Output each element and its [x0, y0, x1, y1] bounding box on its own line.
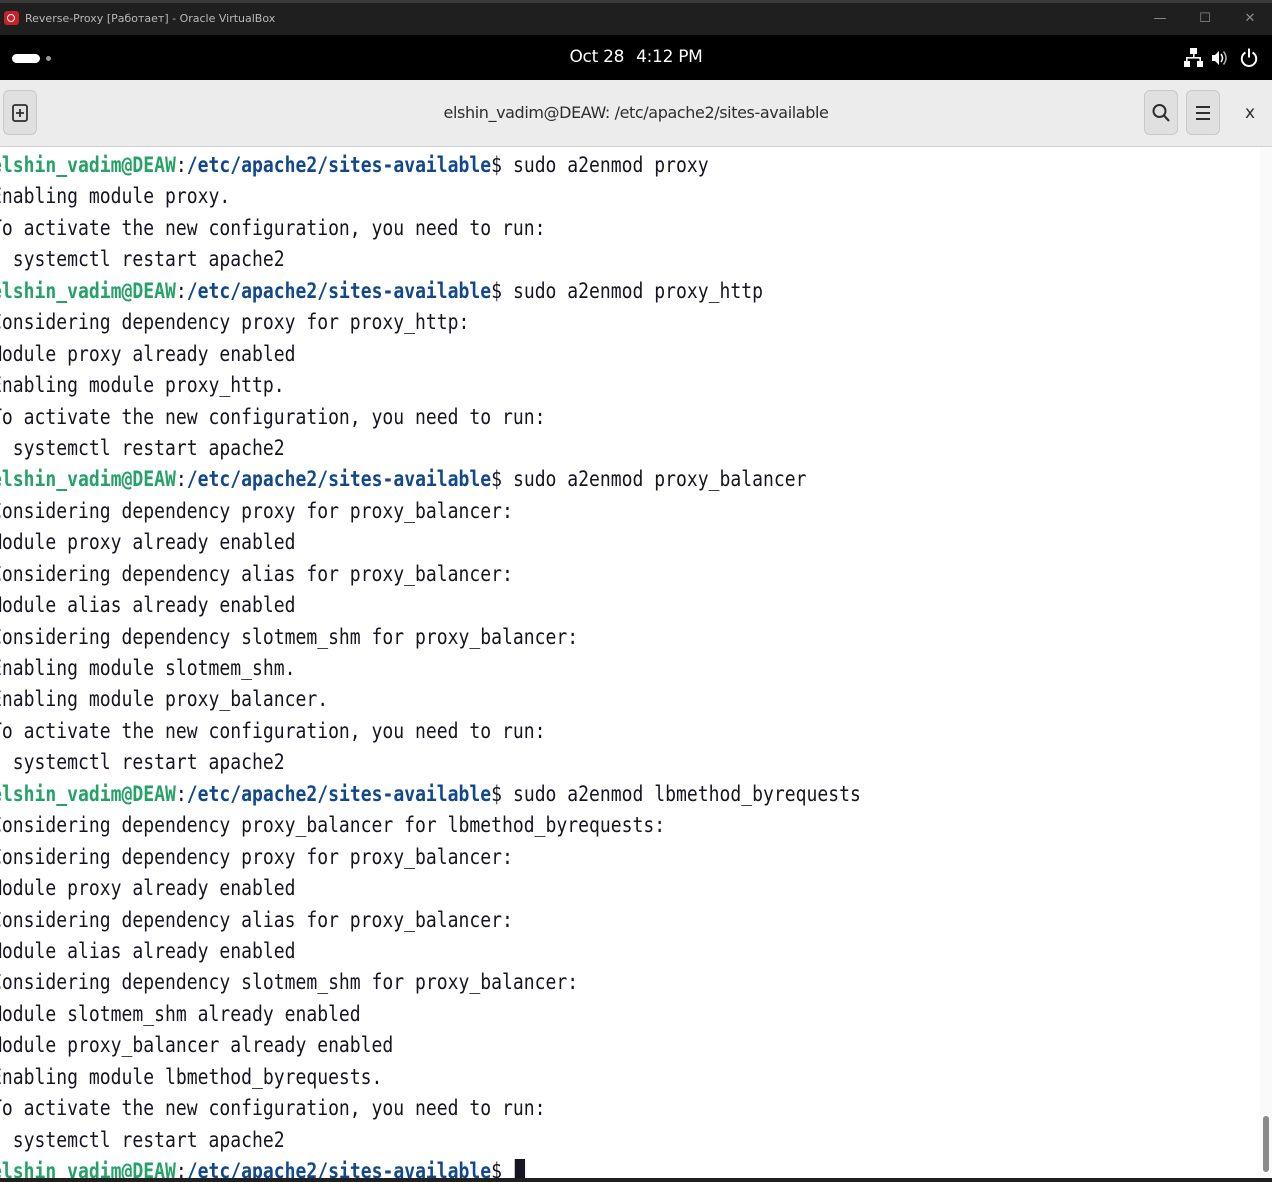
- system-tray: [1184, 48, 1258, 67]
- prompt-line: elshin_vadim@DEAW:/etc/apache2/sites-ava…: [0, 464, 861, 495]
- terminal-scrollbar[interactable]: [1260, 148, 1272, 1182]
- prompt-separator: :: [175, 467, 187, 492]
- output-line: Enabling module proxy_http.: [0, 373, 285, 398]
- output-line: Enabling module proxy_balancer.: [0, 687, 329, 712]
- output-line: Considering dependency proxy_balancer fo…: [0, 813, 666, 838]
- prompt-user: elshin_vadim@DEAW: [0, 153, 176, 177]
- output-line: systemctl restart apache2: [0, 247, 285, 272]
- output-line: Module alias already enabled: [0, 938, 296, 963]
- maximize-button[interactable]: ☐: [1190, 8, 1220, 30]
- output-line: Considering dependency alias for proxy_b…: [0, 561, 513, 586]
- virtualbox-app-icon: [4, 11, 19, 25]
- clock-date: Oct 28: [569, 47, 625, 67]
- output-line: Considering dependency slotmem_shm for p…: [0, 624, 579, 649]
- menu-button[interactable]: [1186, 90, 1220, 135]
- terminal-headerbar: elshin_vadim@DEAW: /etc/apache2/sites-av…: [0, 80, 1272, 147]
- gnome-top-bar: Oct 28 4:12 PM: [0, 35, 1272, 80]
- prompt-separator: :: [175, 153, 187, 177]
- prompt-path: /etc/apache2/sites-available: [186, 278, 492, 303]
- output-line: Module proxy already enabled: [0, 876, 296, 901]
- power-icon: [1240, 48, 1258, 67]
- output-line: Considering dependency alias for proxy_b…: [0, 907, 513, 932]
- prompt-line: elshin_vadim@DEAW:/etc/apache2/sites-ava…: [0, 150, 861, 181]
- output-line: Enabling module lbmethod_byrequests.: [0, 1064, 383, 1089]
- prompt-path: /etc/apache2/sites-available: [186, 781, 492, 806]
- output-line: Module proxy already enabled: [0, 341, 296, 366]
- output-line: Considering dependency slotmem_shm for p…: [0, 970, 579, 995]
- host-window-title: Reverse-Proxy [Работает] - Oracle Virtua…: [25, 12, 276, 25]
- close-terminal-button[interactable]: x: [1238, 102, 1262, 124]
- prompt-line: elshin_vadim@DEAW:/etc/apache2/sites-ava…: [0, 276, 861, 307]
- search-button[interactable]: [1144, 90, 1178, 135]
- clock-button[interactable]: Oct 28 4:12 PM: [0, 47, 1272, 67]
- output-line: systemctl restart apache2: [0, 750, 285, 775]
- output-line: Module proxy_balancer already enabled: [0, 1033, 394, 1058]
- network-icon: [1184, 48, 1203, 67]
- prompt-separator: :: [175, 278, 187, 303]
- host-window-bottom-border: [0, 1178, 1272, 1182]
- host-window-titlebar: Reverse-Proxy [Работает] - Oracle Virtua…: [0, 0, 1272, 35]
- output-line: To activate the new configuration, you n…: [0, 718, 546, 743]
- prompt-symbol: $: [491, 467, 503, 492]
- clock-time: 4:12 PM: [636, 47, 703, 67]
- prompt-user: elshin_vadim@DEAW: [0, 278, 176, 303]
- prompt-symbol: $: [491, 153, 503, 177]
- output-line: Module proxy already enabled: [0, 530, 296, 555]
- volume-icon: [1212, 51, 1227, 65]
- terminal-title: elshin_vadim@DEAW: /etc/apache2/sites-av…: [443, 103, 829, 122]
- output-line: Considering dependency proxy for proxy_h…: [0, 310, 470, 335]
- prompt-symbol: $: [491, 278, 503, 303]
- output-line: To activate the new configuration, you n…: [0, 215, 546, 240]
- prompt-path: /etc/apache2/sites-available: [186, 467, 492, 492]
- prompt-symbol: $: [491, 781, 503, 806]
- minimize-button[interactable]: —: [1145, 8, 1175, 30]
- output-line: Enabling module slotmem_shm.: [0, 656, 296, 680]
- output-line: systemctl restart apache2: [0, 1127, 285, 1152]
- output-line: systemctl restart apache2: [0, 435, 285, 460]
- prompt-user: elshin_vadim@DEAW: [0, 467, 176, 492]
- hamburger-menu-icon: [1196, 105, 1210, 120]
- output-line: Enabling module proxy.: [0, 184, 231, 209]
- output-line: To activate the new configuration, you n…: [0, 404, 546, 429]
- command-text: sudo a2enmod proxy: [502, 153, 709, 177]
- prompt-user: elshin_vadim@DEAW: [0, 781, 176, 806]
- search-icon: [1152, 103, 1170, 122]
- output-line: Considering dependency proxy for proxy_b…: [0, 498, 513, 523]
- output-line: Considering dependency proxy for proxy_b…: [0, 844, 513, 869]
- terminal-output[interactable]: elshin_vadim@DEAW:/etc/apache2/sites-ava…: [0, 148, 1260, 1182]
- command-text: sudo a2enmod lbmethod_byrequests: [502, 781, 861, 806]
- prompt-line: elshin_vadim@DEAW:/etc/apache2/sites-ava…: [0, 779, 861, 810]
- system-menu-button[interactable]: [1184, 47, 1268, 69]
- output-line: To activate the new configuration, you n…: [0, 1096, 546, 1121]
- command-text: sudo a2enmod proxy_http: [502, 278, 764, 303]
- output-line: Module slotmem_shm already enabled: [0, 1001, 361, 1026]
- close-window-button[interactable]: ✕: [1235, 8, 1265, 30]
- scrollbar-thumb[interactable]: [1263, 1116, 1269, 1172]
- terminal-lines: elshin_vadim@DEAW:/etc/apache2/sites-ava…: [0, 150, 861, 1182]
- prompt-path: /etc/apache2/sites-available: [186, 153, 492, 177]
- output-line: Module alias already enabled: [0, 593, 296, 618]
- command-text: sudo a2enmod proxy_balancer: [502, 467, 807, 492]
- prompt-separator: :: [175, 781, 187, 806]
